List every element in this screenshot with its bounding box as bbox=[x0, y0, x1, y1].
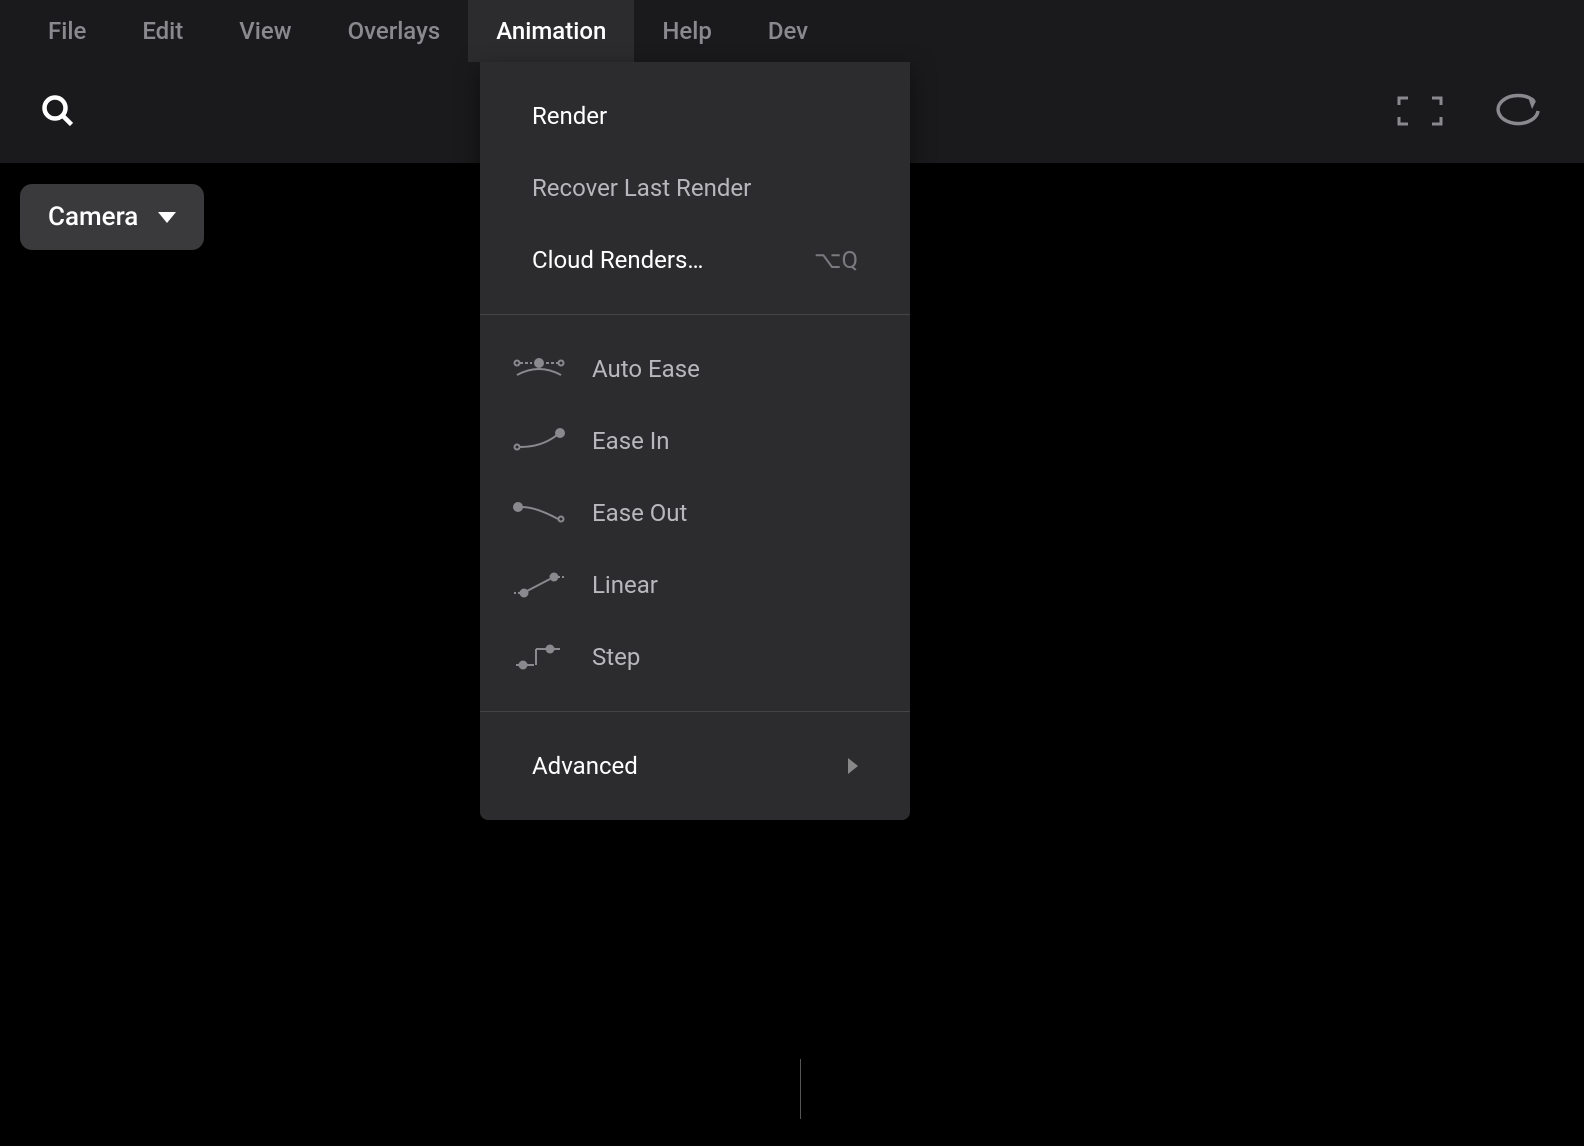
menu-file[interactable]: File bbox=[20, 0, 114, 62]
menu-item-ease-in[interactable]: Ease In bbox=[480, 405, 910, 477]
menu-item-linear[interactable]: Linear bbox=[480, 549, 910, 621]
auto-ease-icon bbox=[512, 355, 566, 383]
menu-item-ease-out[interactable]: Ease Out bbox=[480, 477, 910, 549]
menu-file-label: File bbox=[48, 17, 86, 45]
linear-icon bbox=[512, 571, 566, 599]
menu-help-label: Help bbox=[662, 17, 712, 45]
step-icon bbox=[512, 643, 566, 671]
menu-animation-label: Animation bbox=[496, 17, 606, 45]
menu-item-render[interactable]: Render bbox=[480, 80, 910, 152]
ease-in-icon bbox=[512, 427, 566, 455]
menu-item-cloud-renders[interactable]: Cloud Renders… ⌥Q bbox=[480, 224, 910, 296]
menu-item-recover-label: Recover Last Render bbox=[532, 174, 858, 202]
menu-item-auto-ease-label: Auto Ease bbox=[592, 355, 858, 383]
menubar: File Edit View Overlays Animation Help D… bbox=[0, 0, 1584, 62]
menu-overlays[interactable]: Overlays bbox=[320, 0, 469, 62]
menu-item-render-label: Render bbox=[532, 102, 858, 130]
playhead-line bbox=[800, 1059, 801, 1119]
menu-view-label: View bbox=[239, 17, 291, 45]
menu-item-recover-last-render[interactable]: Recover Last Render bbox=[480, 152, 910, 224]
menu-overlays-label: Overlays bbox=[348, 17, 441, 45]
ease-out-icon bbox=[512, 499, 566, 527]
loop-icon[interactable] bbox=[1494, 93, 1544, 133]
menu-edit[interactable]: Edit bbox=[114, 0, 211, 62]
menu-animation[interactable]: Animation bbox=[468, 0, 634, 62]
animation-dropdown-menu: Render Recover Last Render Cloud Renders… bbox=[480, 62, 910, 820]
camera-dropdown[interactable]: Camera bbox=[20, 184, 204, 250]
menu-item-linear-label: Linear bbox=[592, 571, 858, 599]
menu-item-auto-ease[interactable]: Auto Ease bbox=[480, 333, 910, 405]
menu-item-ease-in-label: Ease In bbox=[592, 427, 858, 455]
menu-dev[interactable]: Dev bbox=[740, 0, 836, 62]
menu-dev-label: Dev bbox=[768, 17, 808, 45]
menu-item-cloud-label: Cloud Renders… bbox=[532, 246, 814, 274]
menu-item-advanced[interactable]: Advanced bbox=[480, 730, 910, 802]
menu-help[interactable]: Help bbox=[634, 0, 740, 62]
menu-item-step[interactable]: Step bbox=[480, 621, 910, 693]
chevron-down-icon bbox=[158, 212, 176, 223]
submenu-arrow-icon bbox=[848, 758, 858, 774]
menu-item-step-label: Step bbox=[592, 643, 858, 671]
search-icon[interactable] bbox=[40, 93, 76, 133]
menu-item-cloud-shortcut: ⌥Q bbox=[814, 246, 858, 274]
menu-item-ease-out-label: Ease Out bbox=[592, 499, 858, 527]
menu-edit-label: Edit bbox=[142, 17, 183, 45]
camera-dropdown-label: Camera bbox=[48, 202, 138, 232]
menu-view[interactable]: View bbox=[211, 0, 319, 62]
menu-item-advanced-label: Advanced bbox=[532, 752, 848, 780]
fullscreen-icon[interactable] bbox=[1396, 95, 1444, 131]
